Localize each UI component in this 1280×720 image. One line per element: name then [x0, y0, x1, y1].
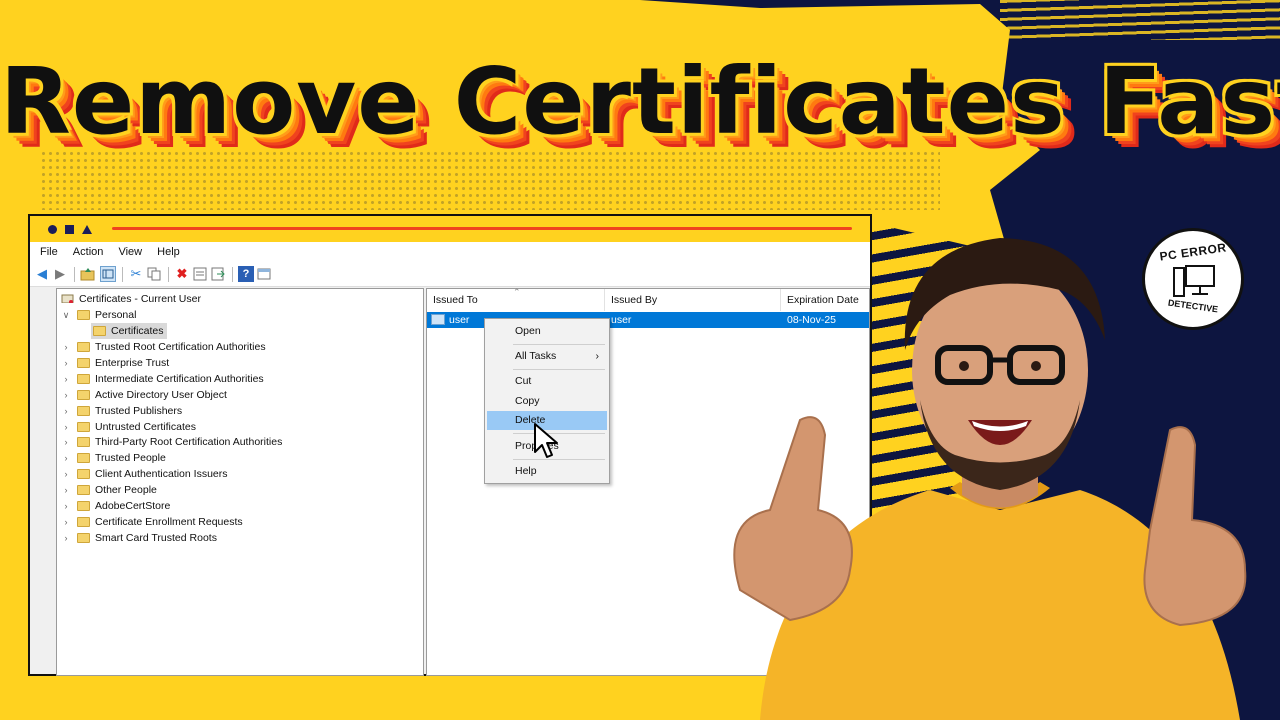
chevron-right-icon[interactable]: › — [61, 403, 71, 419]
menu-file[interactable]: File — [40, 242, 58, 262]
folder-icon — [77, 373, 90, 384]
menu-separator — [513, 369, 605, 370]
folder-icon — [77, 421, 90, 432]
folder-icon — [77, 501, 90, 511]
folder-up-icon[interactable] — [80, 266, 96, 282]
copy-icon[interactable] — [146, 266, 162, 282]
tree-item-label: Enterprise Trust — [95, 356, 170, 369]
chevron-right-icon[interactable]: › — [61, 355, 71, 371]
folder-icon — [77, 437, 90, 448]
tree-item-label: Smart Card Trusted Roots — [95, 531, 217, 544]
tree-item-label: Untrusted Certificates — [95, 420, 196, 433]
toolbar-separator — [122, 267, 123, 282]
scissors-icon[interactable]: ✂ — [128, 266, 144, 282]
channel-badge-logo: PC ERROR DETECTIVE — [1142, 228, 1244, 330]
view-icon[interactable] — [256, 266, 272, 282]
chevron-right-icon[interactable]: › — [61, 482, 71, 498]
certificate-store-icon — [61, 294, 74, 303]
tree-item-label: Certificates — [111, 325, 164, 337]
tree-item-label: Trusted Root Certification Authorities — [95, 341, 266, 353]
chevron-right-icon[interactable]: › — [61, 434, 71, 450]
tree-item-label: Client Authentication Issuers — [95, 468, 228, 481]
menu-view[interactable]: View — [118, 242, 142, 262]
chevron-right-icon: › — [595, 350, 600, 362]
folder-icon — [77, 453, 90, 464]
headline: Remove Certificates Fast — [0, 48, 1280, 155]
certificate-icon — [431, 314, 445, 325]
menu-help[interactable]: Help — [157, 242, 180, 262]
context-all-tasks[interactable]: All Tasks › — [487, 347, 607, 366]
folder-icon — [77, 342, 90, 352]
badge-top-text: PC ERROR — [1158, 240, 1228, 264]
properties-icon[interactable] — [192, 266, 208, 282]
tree-item-label: Personal — [95, 309, 137, 321]
tree-item-label: Certificate Enrollment Requests — [95, 515, 243, 528]
folder-icon — [77, 485, 90, 496]
background-dots — [40, 150, 940, 210]
triangle-icon — [82, 225, 92, 234]
chevron-right-icon[interactable]: › — [61, 530, 71, 546]
folder-icon — [77, 532, 90, 543]
tree-item-label: Trusted People — [95, 452, 166, 465]
circle-icon — [48, 225, 57, 234]
folder-icon — [77, 389, 90, 400]
export-icon[interactable] — [210, 266, 226, 282]
chevron-right-icon[interactable]: › — [61, 466, 71, 482]
arrow-left-icon[interactable]: ◀ — [34, 266, 50, 282]
folder-icon — [77, 357, 90, 368]
tree-root-label: Certificates - Current User — [79, 293, 201, 305]
chevron-right-icon[interactable]: › — [61, 450, 71, 466]
folder-icon — [77, 469, 90, 480]
computer-icon — [1173, 265, 1215, 297]
menu-separator — [513, 344, 605, 345]
tree-item-label: Other People — [95, 484, 157, 497]
toolbar-separator — [74, 267, 75, 282]
toolbar-separator — [232, 267, 233, 282]
square-icon — [65, 225, 74, 234]
chevron-down-icon[interactable]: ∨ — [61, 307, 71, 323]
mouse-cursor-icon — [534, 423, 558, 458]
chevron-right-icon[interactable]: › — [61, 498, 71, 514]
console-tree-icon[interactable] — [100, 266, 116, 282]
cell-issued-to: user — [449, 314, 470, 326]
console-tree: Certificates - Current User ∨ Personal C… — [56, 288, 424, 676]
tree-item-label: Trusted Publishers — [95, 404, 183, 417]
context-open[interactable]: Open — [487, 322, 607, 341]
help-icon[interactable]: ? — [238, 266, 254, 282]
chevron-right-icon[interactable]: › — [61, 514, 71, 530]
cell-issued-by: user — [611, 314, 632, 326]
context-help[interactable]: Help — [487, 462, 607, 481]
folder-icon — [77, 405, 90, 416]
tree-item-label: Intermediate Certification Authorities — [95, 372, 264, 385]
tree-item-certificates[interactable]: Certificates — [91, 323, 167, 339]
chevron-right-icon[interactable]: › — [61, 387, 71, 403]
background-top-stripes — [1000, 0, 1280, 40]
menu-action[interactable]: Action — [73, 242, 104, 262]
context-all-tasks-label: All Tasks — [515, 350, 557, 362]
folder-icon — [77, 310, 90, 320]
chevron-right-icon[interactable]: › — [61, 371, 71, 387]
arrow-right-icon[interactable]: ▶ — [52, 266, 68, 282]
chevron-right-icon[interactable]: › — [61, 339, 71, 355]
chevron-right-icon[interactable]: › — [61, 419, 71, 435]
delete-icon[interactable]: ✖ — [174, 266, 190, 282]
toolbar-separator — [168, 267, 169, 282]
context-cut[interactable]: Cut — [487, 372, 607, 391]
folder-icon — [93, 326, 106, 336]
folder-icon — [77, 516, 90, 527]
tree-item-label: Active Directory User Object — [95, 388, 227, 401]
tree-item-label: AdobeCertStore — [95, 500, 171, 512]
column-issued-to[interactable]: Issued To — [427, 289, 605, 311]
tree-item-label: Third-Party Root Certification Authoriti… — [95, 436, 283, 449]
context-copy[interactable]: Copy — [487, 392, 607, 411]
